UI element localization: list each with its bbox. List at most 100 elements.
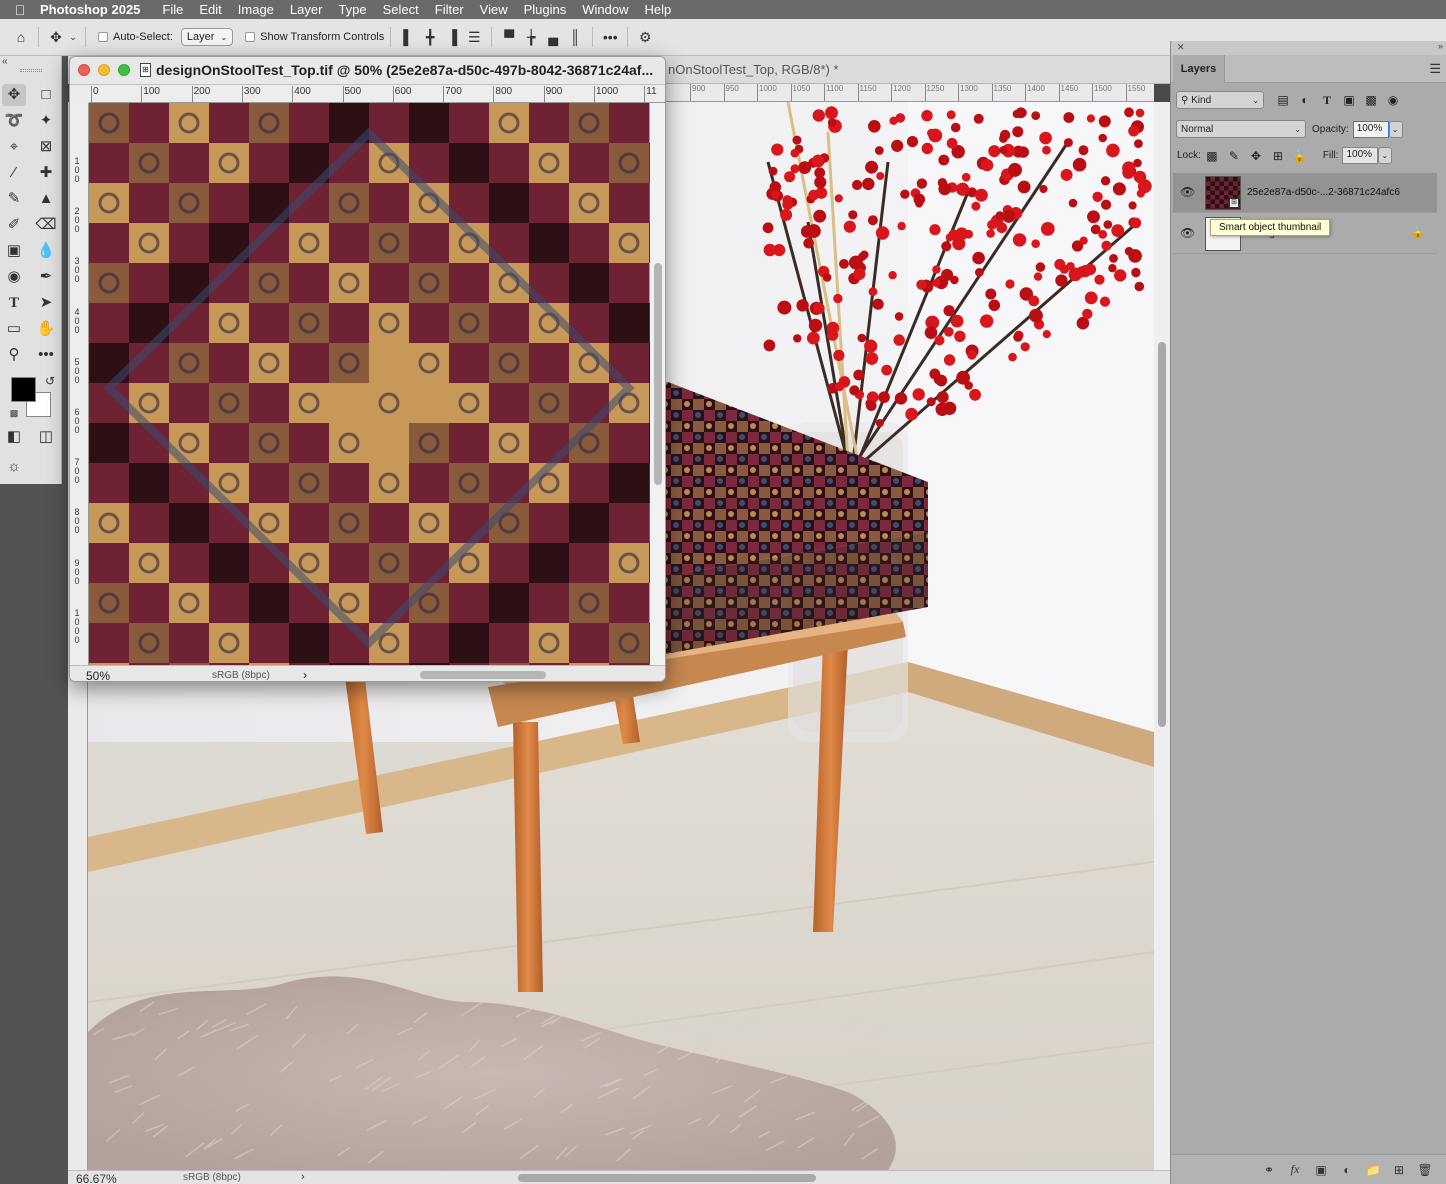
align-right-icon[interactable]: ▐ (441, 29, 463, 45)
filter-toggle-icon[interactable]: ◉ (1382, 93, 1404, 107)
filter-kind-dropdown[interactable]: ⚲ Kind ⌄ (1176, 91, 1264, 109)
layer-row-smart-object[interactable]: 👁 ⊞ 25e2e87a-d50c-...2-36871c24afc6 (1173, 173, 1437, 213)
menu-plugins[interactable]: Plugins (524, 2, 567, 17)
vertical-ruler[interactable]: 1 0 0 2 0 0 3 0 0 4 0 0 5 0 0 6 0 0 7 0 0 8 0 0… (70, 103, 89, 665)
collapse-panel-icon[interactable]: » (1438, 41, 1443, 51)
zoom-level[interactable]: 50% (86, 669, 110, 681)
vertical-scrollbar[interactable] (650, 103, 665, 665)
panel-menu-icon[interactable]: ☰ (1429, 61, 1441, 77)
type-filter-icon[interactable]: T (1316, 93, 1338, 108)
new-group-icon[interactable]: 📁 (1363, 1163, 1383, 1177)
default-colors-icon[interactable]: ▩ (2, 402, 26, 424)
more-tools-icon[interactable]: ••• (34, 344, 58, 366)
align-middle-v-icon[interactable]: ╆ (520, 29, 542, 46)
align-bottom-icon[interactable]: ▄ (542, 29, 564, 45)
menu-filter[interactable]: Filter (435, 2, 464, 17)
tab-layers[interactable]: Layers (1173, 55, 1225, 83)
healing-brush-icon[interactable]: ✚ (34, 162, 58, 184)
eyedropper-icon[interactable]: ⁄ (2, 162, 26, 184)
auto-select-checkbox[interactable] (98, 32, 108, 42)
frame-tool-icon[interactable]: ⊠ (34, 136, 58, 158)
menu-edit[interactable]: Edit (199, 2, 221, 17)
scroll-thumb[interactable] (1158, 342, 1166, 727)
vertical-scrollbar[interactable] (1154, 102, 1170, 1170)
fill-slider-toggle[interactable]: ⌄ (1378, 147, 1393, 164)
edit-toolbar-icon[interactable]: ☼ (2, 456, 26, 478)
auto-select-dropdown[interactable]: Layer ⌄ (180, 28, 234, 46)
chevron-right-icon[interactable]: › (301, 1171, 305, 1183)
pen-tool-icon[interactable]: ✒ (34, 266, 58, 288)
magic-wand-icon[interactable]: ✦ (34, 110, 58, 132)
shape-filter-icon[interactable]: ▣ (1338, 93, 1360, 107)
quick-mask-icon[interactable]: ◧ (2, 426, 26, 448)
zoom-level[interactable]: 66.67% (76, 1172, 117, 1184)
blend-mode-dropdown[interactable]: Normal ⌄ (1176, 120, 1306, 138)
lock-transparent-icon[interactable]: ▩ (1201, 149, 1223, 163)
horizontal-scroll-thumb[interactable] (420, 671, 546, 679)
dodge-tool-icon[interactable]: ◉ (2, 266, 26, 288)
transform-controls-option[interactable]: Show Transform Controls (245, 31, 384, 43)
eraser-tool-icon[interactable]: ⌫ (34, 214, 58, 236)
fill-input[interactable]: 100% (1342, 147, 1379, 164)
foreground-color-swatch[interactable] (11, 377, 36, 402)
screen-mode-icon[interactable]: ◫ (34, 426, 58, 448)
home-icon[interactable]: ⌂ (10, 29, 32, 45)
eye-icon[interactable]: 👁 (1180, 185, 1195, 199)
move-tool-icon[interactable]: ✥ (45, 29, 67, 46)
align-top-icon[interactable]: ▀ (498, 29, 520, 45)
menu-window[interactable]: Window (582, 2, 628, 17)
smart-object-filter-icon[interactable]: ▩ (1360, 93, 1382, 107)
hand-tool-icon[interactable]: ✋ (34, 318, 58, 340)
close-button[interactable] (78, 64, 90, 76)
align-center-h-icon[interactable]: ╋ (419, 29, 441, 46)
distribute-v-icon[interactable]: ║ (564, 29, 586, 45)
menu-help[interactable]: Help (645, 2, 672, 17)
brush-tool-icon[interactable]: ✎ (2, 188, 26, 210)
horizontal-scroll-thumb[interactable] (518, 1174, 816, 1182)
stamp-tool-icon[interactable]: ▲ (34, 188, 58, 210)
chevron-down-icon[interactable]: ⌄ (67, 32, 79, 43)
horizontal-ruler[interactable]: 0 100 200 300 400 500 600 700 800 900 1000 11 (89, 86, 665, 103)
lock-position-icon[interactable]: ✥ (1245, 149, 1267, 163)
menu-image[interactable]: Image (238, 2, 274, 17)
menu-type[interactable]: Type (338, 2, 366, 17)
collapse-icon[interactable]: « (2, 56, 8, 67)
close-icon[interactable]: ✕ (1177, 42, 1185, 53)
transform-controls-checkbox[interactable] (245, 32, 256, 42)
menu-view[interactable]: View (480, 2, 508, 17)
type-tool-icon[interactable]: T (2, 292, 26, 314)
lock-pixels-icon[interactable]: ✎ (1223, 149, 1245, 163)
more-options-icon[interactable]: ••• (599, 29, 621, 45)
adjustment-layer-icon[interactable]: ◐ (1337, 1163, 1357, 1177)
align-left-icon[interactable]: ▌ (397, 29, 419, 45)
zoom-tool-icon[interactable]: ⚲ (2, 344, 26, 366)
gradient-tool-icon[interactable]: ▣ (2, 240, 26, 262)
eye-icon[interactable]: 👁 (1180, 226, 1195, 240)
minimize-button[interactable] (98, 64, 110, 76)
app-menu[interactable]: Photoshop 2025 (40, 2, 140, 17)
scroll-thumb[interactable] (654, 263, 662, 485)
link-layers-icon[interactable]: ⚭ (1259, 1163, 1279, 1177)
chevron-right-icon[interactable]: › (303, 668, 307, 681)
pixel-filter-icon[interactable]: ▤ (1272, 93, 1294, 107)
path-selection-icon[interactable]: ➤ (34, 292, 58, 314)
menu-layer[interactable]: Layer (290, 2, 323, 17)
drag-handle[interactable] (20, 69, 42, 72)
add-mask-icon[interactable]: ▣ (1311, 1163, 1331, 1177)
crop-tool-icon[interactable]: ⌖ (2, 136, 26, 158)
marquee-tool-icon[interactable]: □ (34, 84, 58, 106)
lock-all-icon[interactable]: 🔒 (1289, 149, 1311, 163)
layer-name[interactable]: 25e2e87a-d50c-...2-36871c24afc6 (1247, 187, 1400, 198)
pattern-canvas[interactable] (89, 103, 650, 665)
swap-colors-icon[interactable]: ↺ (38, 370, 62, 392)
apple-icon[interactable]:  (0, 2, 40, 18)
window-title-bar[interactable]: ⊞ designOnStoolTest_Top.tif @ 50% (25e2e… (70, 57, 665, 85)
lasso-tool-icon[interactable]: ➰ (2, 110, 26, 132)
gear-icon[interactable]: ⚙ (634, 29, 656, 46)
menu-select[interactable]: Select (383, 2, 419, 17)
menu-file[interactable]: File (162, 2, 183, 17)
adjustment-filter-icon[interactable]: ◐ (1294, 93, 1316, 107)
blur-tool-icon[interactable]: 💧 (34, 240, 58, 262)
opacity-slider-toggle[interactable]: ⌄ (1388, 120, 1403, 138)
rectangle-tool-icon[interactable]: ▭ (2, 318, 26, 340)
